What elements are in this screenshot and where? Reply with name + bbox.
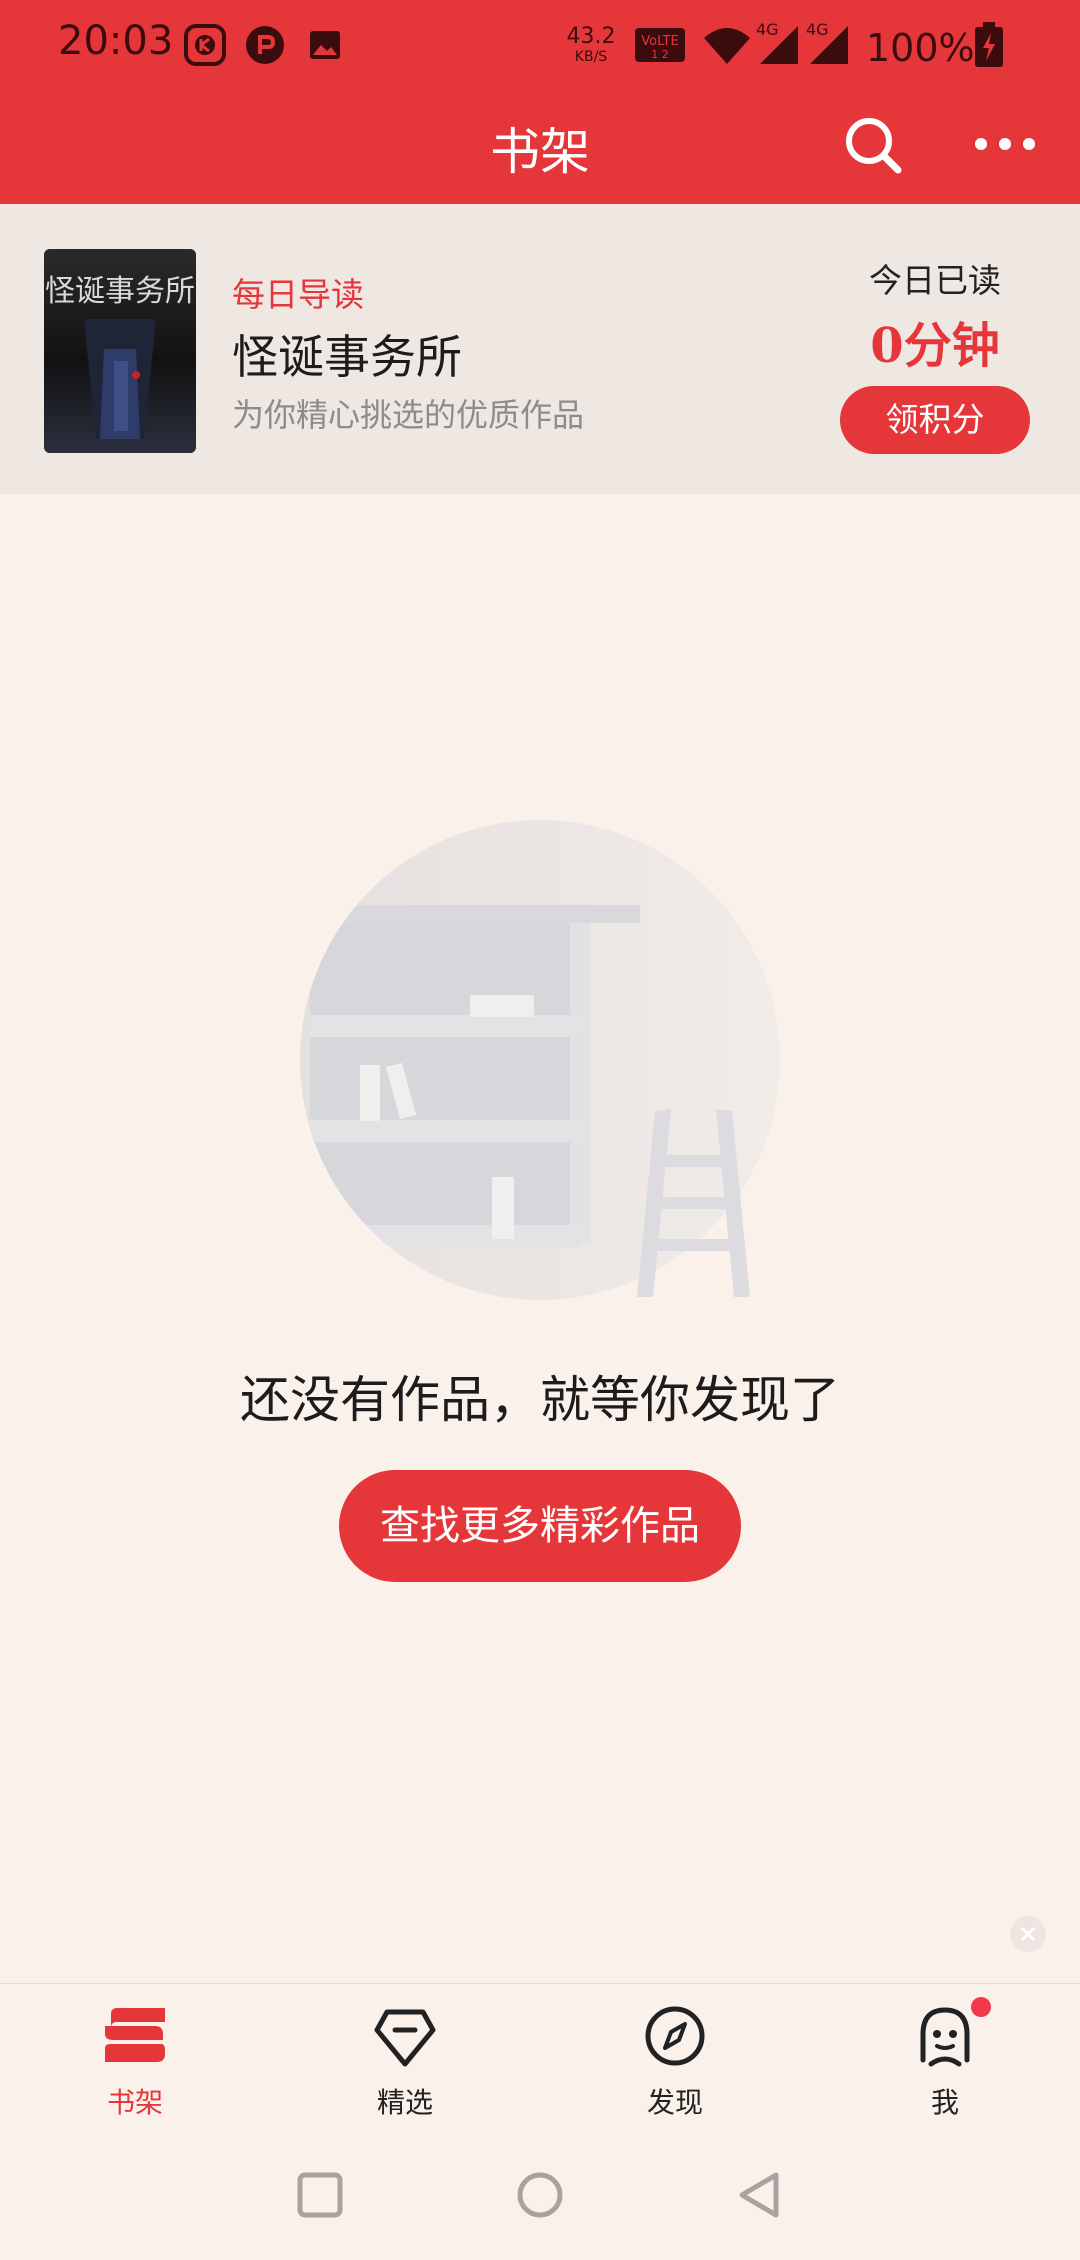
book-cover-title: 怪诞事务所 [45, 274, 195, 309]
floating-close-button[interactable] [1010, 1916, 1046, 1952]
tab-bookshelf-label: 书架 [106, 2086, 163, 2119]
tab-me[interactable]: 我 [810, 1984, 1080, 2134]
close-icon [1020, 1926, 1036, 1942]
tab-featured-label: 精选 [376, 2086, 433, 2119]
claim-points-button[interactable]: 领积分 [840, 386, 1030, 454]
empty-bookshelf-illustration [300, 820, 780, 1300]
volte-icon: VoLTE 1 2 [635, 28, 685, 62]
tab-featured[interactable]: 精选 [270, 1984, 540, 2134]
svg-text:VoLTE: VoLTE [641, 34, 678, 49]
status-bar: 20:03 43.2 KB/S VoLTE 1 2 4G 4G 100% [0, 0, 1080, 92]
svg-text:1 2: 1 2 [651, 48, 669, 61]
daily-tag: 每日导读 [232, 275, 364, 314]
network-speed: 43.2 KB/S [566, 24, 616, 65]
tab-discover[interactable]: 发现 [540, 1984, 810, 2134]
today-read-value: 0分钟 [870, 318, 1000, 374]
bottom-tab-bar: 书架 精选 发现 我 [0, 1983, 1080, 2134]
kuaishou-app-icon [184, 24, 226, 66]
search-icon[interactable] [838, 110, 908, 180]
book-cover[interactable]: 怪诞事务所 [44, 249, 196, 453]
empty-state-message: 还没有作品，就等你发现了 [240, 1371, 840, 1429]
diamond-icon [374, 2009, 436, 2067]
app-r-icon [246, 26, 284, 64]
battery-percent: 100% [866, 26, 975, 70]
system-navigation-bar [0, 2133, 1080, 2260]
status-time: 20:03 [58, 18, 174, 64]
network-speed-unit: KB/S [574, 49, 608, 65]
notification-badge [971, 1997, 991, 2017]
book-cover-art: 怪诞事务所 [44, 249, 196, 453]
tab-discover-label: 发现 [646, 2086, 703, 2119]
profile-face-icon [920, 2007, 970, 2067]
daily-reading-card[interactable]: 怪诞事务所 每日导读 怪诞事务所 为你精心挑选的优质作品 今日已读 0分钟 领积… [0, 204, 1080, 494]
bookshelf-icon [105, 2008, 165, 2062]
home-icon[interactable] [510, 2165, 570, 2225]
compass-icon [645, 2006, 705, 2066]
battery-charging-icon [975, 22, 1003, 67]
today-read-label: 今日已读 [869, 261, 1001, 300]
back-icon[interactable] [730, 2165, 790, 2225]
page-title: 书架 [490, 123, 590, 181]
gallery-icon [310, 31, 340, 59]
sim2-label: 4G [806, 20, 829, 39]
recent-apps-icon[interactable] [290, 2165, 350, 2225]
wifi-icon [704, 28, 750, 64]
app-header: 书架 [0, 92, 1080, 204]
daily-book-title[interactable]: 怪诞事务所 [232, 321, 462, 387]
sim1-label: 4G [756, 20, 779, 39]
network-speed-value: 43.2 [566, 24, 616, 49]
more-icon[interactable] [970, 114, 1040, 174]
tab-me-label: 我 [930, 2086, 959, 2119]
daily-description: 为你精心挑选的优质作品 [232, 396, 585, 434]
tab-bookshelf[interactable]: 书架 [0, 1984, 270, 2134]
find-more-works-button[interactable]: 查找更多精彩作品 [339, 1470, 741, 1582]
